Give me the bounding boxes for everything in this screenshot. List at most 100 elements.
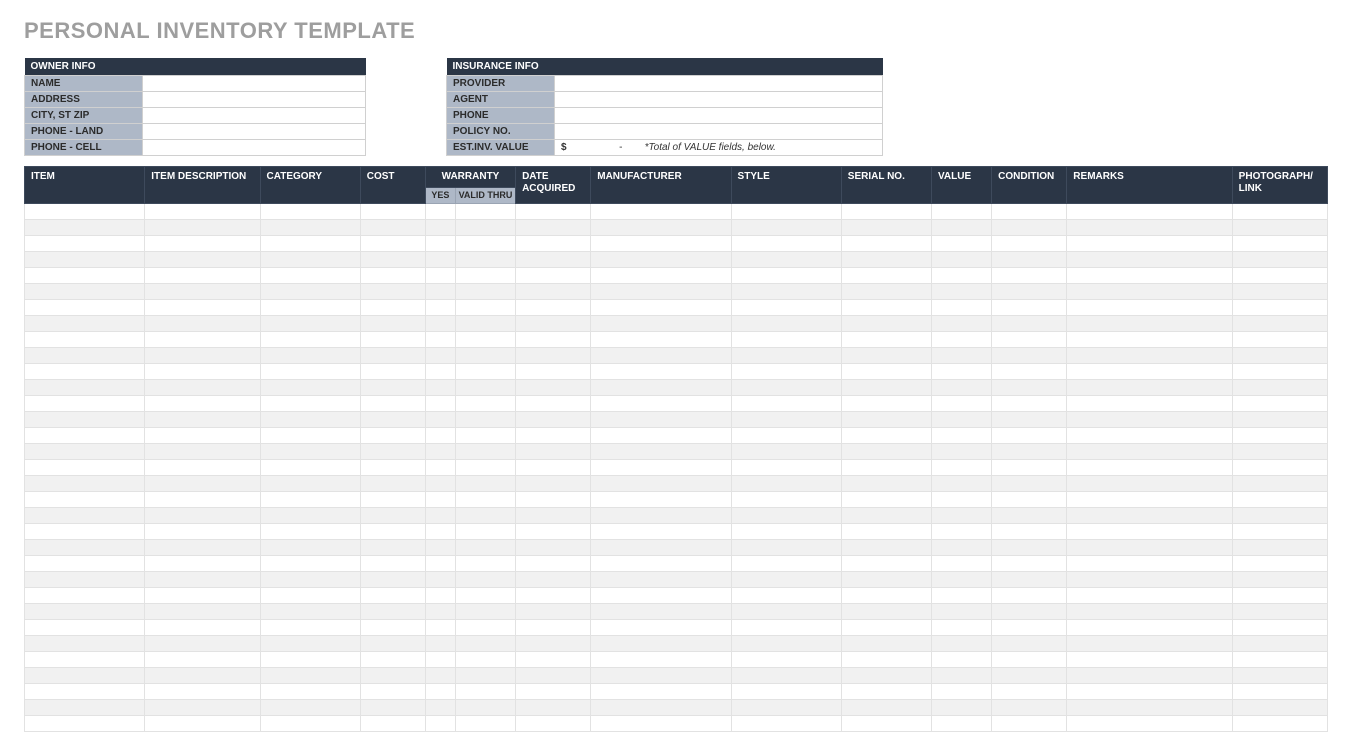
table-cell[interactable] [360,235,425,251]
table-cell[interactable] [425,267,455,283]
table-cell[interactable] [841,475,931,491]
table-cell[interactable] [455,603,515,619]
table-cell[interactable] [425,347,455,363]
table-cell[interactable] [841,347,931,363]
table-cell[interactable] [25,203,145,219]
table-cell[interactable] [841,267,931,283]
table-cell[interactable] [1067,507,1232,523]
table-cell[interactable] [516,331,591,347]
table-cell[interactable] [841,331,931,347]
table-cell[interactable] [591,267,731,283]
table-cell[interactable] [455,299,515,315]
table-cell[interactable] [992,587,1067,603]
table-cell[interactable] [455,315,515,331]
table-cell[interactable] [1067,427,1232,443]
table-cell[interactable] [360,395,425,411]
table-cell[interactable] [455,395,515,411]
table-cell[interactable] [516,219,591,235]
table-cell[interactable] [591,331,731,347]
table-cell[interactable] [516,235,591,251]
table-cell[interactable] [932,539,992,555]
table-cell[interactable] [516,395,591,411]
table-cell[interactable] [731,347,841,363]
table-cell[interactable] [1232,715,1327,731]
table-cell[interactable] [25,267,145,283]
table-cell[interactable] [425,363,455,379]
table-cell[interactable] [992,299,1067,315]
table-cell[interactable] [145,219,260,235]
table-cell[interactable] [455,651,515,667]
table-cell[interactable] [516,555,591,571]
table-cell[interactable] [1067,235,1232,251]
table-cell[interactable] [591,395,731,411]
table-cell[interactable] [516,411,591,427]
table-cell[interactable] [731,219,841,235]
table-cell[interactable] [992,619,1067,635]
table-cell[interactable] [455,667,515,683]
table-cell[interactable] [455,363,515,379]
owner-name-value[interactable] [143,76,366,92]
table-cell[interactable] [260,491,360,507]
table-cell[interactable] [455,635,515,651]
table-cell[interactable] [731,299,841,315]
table-cell[interactable] [1067,411,1232,427]
table-cell[interactable] [455,219,515,235]
table-cell[interactable] [932,379,992,395]
table-cell[interactable] [932,571,992,587]
table-cell[interactable] [425,379,455,395]
table-cell[interactable] [1067,603,1232,619]
table-cell[interactable] [731,203,841,219]
table-cell[interactable] [932,523,992,539]
table-cell[interactable] [145,715,260,731]
table-cell[interactable] [516,251,591,267]
table-cell[interactable] [360,251,425,267]
table-cell[interactable] [1232,443,1327,459]
table-cell[interactable] [992,635,1067,651]
table-cell[interactable] [145,203,260,219]
table-cell[interactable] [260,619,360,635]
table-cell[interactable] [145,507,260,523]
table-cell[interactable] [591,203,731,219]
table-cell[interactable] [25,699,145,715]
table-cell[interactable] [731,539,841,555]
table-cell[interactable] [992,443,1067,459]
table-cell[interactable] [591,299,731,315]
table-cell[interactable] [25,539,145,555]
table-cell[interactable] [516,379,591,395]
table-cell[interactable] [992,459,1067,475]
table-cell[interactable] [25,651,145,667]
table-cell[interactable] [425,683,455,699]
table-cell[interactable] [992,603,1067,619]
table-cell[interactable] [425,587,455,603]
table-cell[interactable] [455,427,515,443]
table-cell[interactable] [992,331,1067,347]
table-cell[interactable] [841,363,931,379]
table-cell[interactable] [455,555,515,571]
table-cell[interactable] [591,667,731,683]
table-cell[interactable] [25,331,145,347]
table-cell[interactable] [455,539,515,555]
table-cell[interactable] [1067,683,1232,699]
table-cell[interactable] [992,491,1067,507]
table-cell[interactable] [425,219,455,235]
table-cell[interactable] [260,459,360,475]
table-cell[interactable] [455,235,515,251]
table-cell[interactable] [25,299,145,315]
table-cell[interactable] [591,235,731,251]
table-cell[interactable] [260,571,360,587]
table-cell[interactable] [455,411,515,427]
table-cell[interactable] [992,523,1067,539]
table-cell[interactable] [591,443,731,459]
table-cell[interactable] [516,491,591,507]
table-cell[interactable] [260,475,360,491]
table-cell[interactable] [932,283,992,299]
table-cell[interactable] [1232,699,1327,715]
table-cell[interactable] [841,571,931,587]
table-cell[interactable] [455,443,515,459]
table-cell[interactable] [25,683,145,699]
table-cell[interactable] [992,347,1067,363]
table-cell[interactable] [932,299,992,315]
table-cell[interactable] [360,203,425,219]
table-cell[interactable] [932,427,992,443]
table-cell[interactable] [260,379,360,395]
